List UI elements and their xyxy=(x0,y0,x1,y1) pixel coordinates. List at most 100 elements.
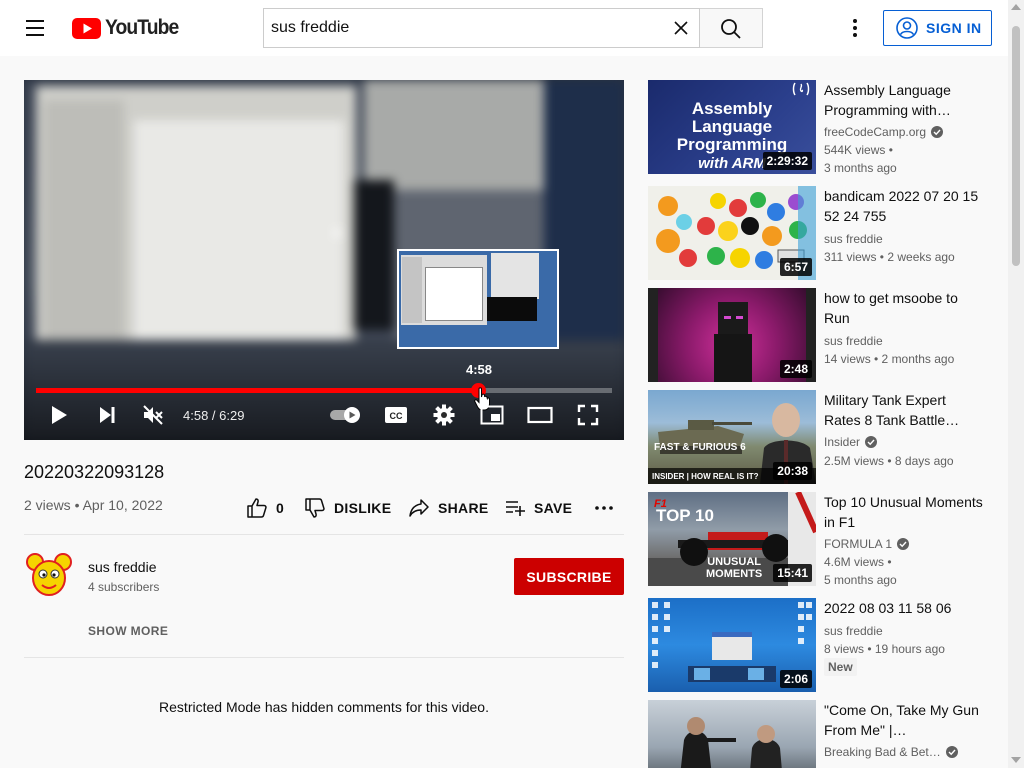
dislike-label: DISLIKE xyxy=(334,500,392,516)
video-title: 20220322093128 xyxy=(24,462,165,482)
channel-name[interactable]: sus freddie xyxy=(824,624,883,638)
scroll-down-arrow-icon[interactable] xyxy=(1011,757,1021,763)
breaking-bad-thumbnail-icon xyxy=(680,717,782,768)
theater-mode-button[interactable] xyxy=(522,400,558,430)
hamburger-icon xyxy=(26,20,44,36)
video-views: 2.5M views • 8 days ago xyxy=(824,454,954,468)
progress-played xyxy=(36,388,478,393)
channel-name[interactable]: Breaking Bad & Bet… xyxy=(824,745,958,759)
verified-badge-icon xyxy=(897,538,910,550)
video-thumbnail: BETTER xyxy=(648,700,816,768)
recommendation-item[interactable]: Assembly Language Programming with ARM 2… xyxy=(648,80,998,175)
time-display: 4:58 / 6:29 xyxy=(183,408,245,423)
save-button[interactable]: SAVE xyxy=(504,494,572,522)
settings-button[interactable] xyxy=(426,400,462,430)
channel-avatar[interactable] xyxy=(26,552,72,598)
divider xyxy=(24,657,624,658)
captions-button[interactable]: CC xyxy=(378,400,414,430)
search-box xyxy=(263,8,700,48)
play-icon xyxy=(52,406,67,424)
mute-button[interactable] xyxy=(136,400,170,430)
channel-name[interactable]: freeCodeCamp.org xyxy=(824,125,944,139)
video-title[interactable]: Top 10 Unusual Moments in F1 xyxy=(824,492,984,532)
video-title[interactable]: 2022 08 03 11 58 06 xyxy=(824,598,984,618)
recommendation-item[interactable]: 2:06 2022 08 03 11 58 06 sus freddie 8 v… xyxy=(648,598,998,692)
playlist-add-icon xyxy=(506,501,525,516)
svg-text:CC: CC xyxy=(390,411,403,421)
next-button[interactable] xyxy=(90,400,124,430)
sign-in-button[interactable]: SIGN IN xyxy=(883,10,992,46)
video-duration: 15:41 xyxy=(773,564,812,582)
save-label: SAVE xyxy=(534,500,573,516)
thumbs-up-icon xyxy=(247,498,267,518)
channel-name[interactable]: sus freddie xyxy=(88,559,156,575)
vertical-dots-icon xyxy=(853,19,857,37)
video-duration: 20:38 xyxy=(773,462,812,480)
autoplay-toggle-icon xyxy=(330,407,360,423)
video-views: 544K views • xyxy=(824,143,893,157)
thumbnail-text: FAST & FURIOUS 6 xyxy=(654,442,746,453)
video-views: 14 views • 2 months ago xyxy=(824,352,955,366)
video-age: 3 months ago xyxy=(824,161,897,175)
video-title[interactable]: Assembly Language Programming with… xyxy=(824,80,984,120)
video-title[interactable]: bandicam 2022 07 20 15 52 24 755 xyxy=(824,186,984,226)
play-button[interactable] xyxy=(42,400,76,430)
like-button[interactable]: 0 xyxy=(246,494,284,522)
seek-preview-time: 4:58 xyxy=(465,362,493,377)
scroll-up-arrow-icon[interactable] xyxy=(1011,4,1021,10)
channel-name[interactable]: FORMULA 1 xyxy=(824,537,910,551)
volume-muted-icon xyxy=(143,405,163,425)
verified-badge-icon xyxy=(865,436,878,448)
progress-bar[interactable] xyxy=(36,383,612,398)
video-duration: 2:29:32 xyxy=(762,152,812,170)
thumbnail-caption: UNUSUAL MOMENTS xyxy=(706,556,763,580)
youtube-play-logo-icon xyxy=(72,17,101,39)
scrollbar-thumb[interactable] xyxy=(1012,26,1020,266)
channel-name[interactable]: sus freddie xyxy=(824,334,883,348)
miniplayer-button[interactable] xyxy=(474,400,510,430)
recommendation-item[interactable]: 2:48 how to get msoobe to Run sus freddi… xyxy=(648,288,998,382)
search-icon xyxy=(721,19,741,39)
video-duration: 6:57 xyxy=(779,258,812,276)
youtube-logo[interactable]: YouTube xyxy=(72,15,185,41)
channel-name[interactable]: sus freddie xyxy=(824,232,883,246)
subscribe-button[interactable]: SUBSCRIBE xyxy=(514,558,624,595)
channel-name[interactable]: Insider xyxy=(824,435,878,449)
new-badge: New xyxy=(824,658,857,676)
freddie-avatar-icon xyxy=(26,553,72,596)
show-more-button[interactable]: SHOW MORE xyxy=(88,624,168,638)
clear-search-button[interactable] xyxy=(671,18,691,38)
recommendation-item[interactable]: F1 TOP 10 UNUSUAL MOMENTS 15:41 Top 10 U… xyxy=(648,492,998,587)
search-button[interactable] xyxy=(700,8,763,48)
divider xyxy=(24,534,624,535)
video-title[interactable]: Military Tank Expert Rates 8 Tank Battle… xyxy=(824,390,984,430)
video-duration: 2:48 xyxy=(779,360,812,378)
video-views: 311 views • 2 weeks ago xyxy=(824,250,955,264)
more-actions-button[interactable] xyxy=(592,494,624,522)
recommendation-item[interactable]: BETTER "Come On, Take My Gun From Me" |…… xyxy=(648,700,998,768)
fullscreen-button[interactable] xyxy=(570,400,606,430)
fullscreen-icon xyxy=(577,404,599,426)
search-input[interactable] xyxy=(264,9,664,47)
horizontal-dots-icon xyxy=(595,506,613,510)
theater-mode-icon xyxy=(527,406,553,424)
guide-menu-button[interactable] xyxy=(22,16,50,40)
freecodecamp-logo-icon xyxy=(792,82,810,96)
autoplay-toggle[interactable] xyxy=(326,400,366,430)
video-title[interactable]: "Come On, Take My Gun From Me" |… xyxy=(824,700,984,740)
masthead: YouTube SIGN IN xyxy=(0,0,1024,56)
recommendation-item[interactable]: FAST & FURIOUS 6 INSIDER | HOW REAL IS I… xyxy=(648,390,998,484)
video-age: 5 months ago xyxy=(824,573,897,587)
video-thumbnail: F1 TOP 10 UNUSUAL MOMENTS 15:41 xyxy=(648,492,816,586)
settings-more-button[interactable] xyxy=(846,16,864,40)
subscriber-count: 4 subscribers xyxy=(88,580,160,594)
seek-preview-thumbnail xyxy=(397,249,559,349)
recommendation-item[interactable]: 6:57 bandicam 2022 07 20 15 52 24 755 su… xyxy=(648,186,998,280)
video-title[interactable]: how to get msoobe to Run xyxy=(824,288,984,328)
video-player[interactable]: 4:58 4:58 / 6:29 CC xyxy=(24,80,624,440)
share-button[interactable]: SHARE xyxy=(408,494,489,522)
thumbnail-text: TOP 10 xyxy=(656,506,714,525)
dislike-button[interactable]: DISLIKE xyxy=(304,494,391,522)
close-icon xyxy=(674,21,688,35)
video-thumbnail: Assembly Language Programming with ARM 2… xyxy=(648,80,816,174)
